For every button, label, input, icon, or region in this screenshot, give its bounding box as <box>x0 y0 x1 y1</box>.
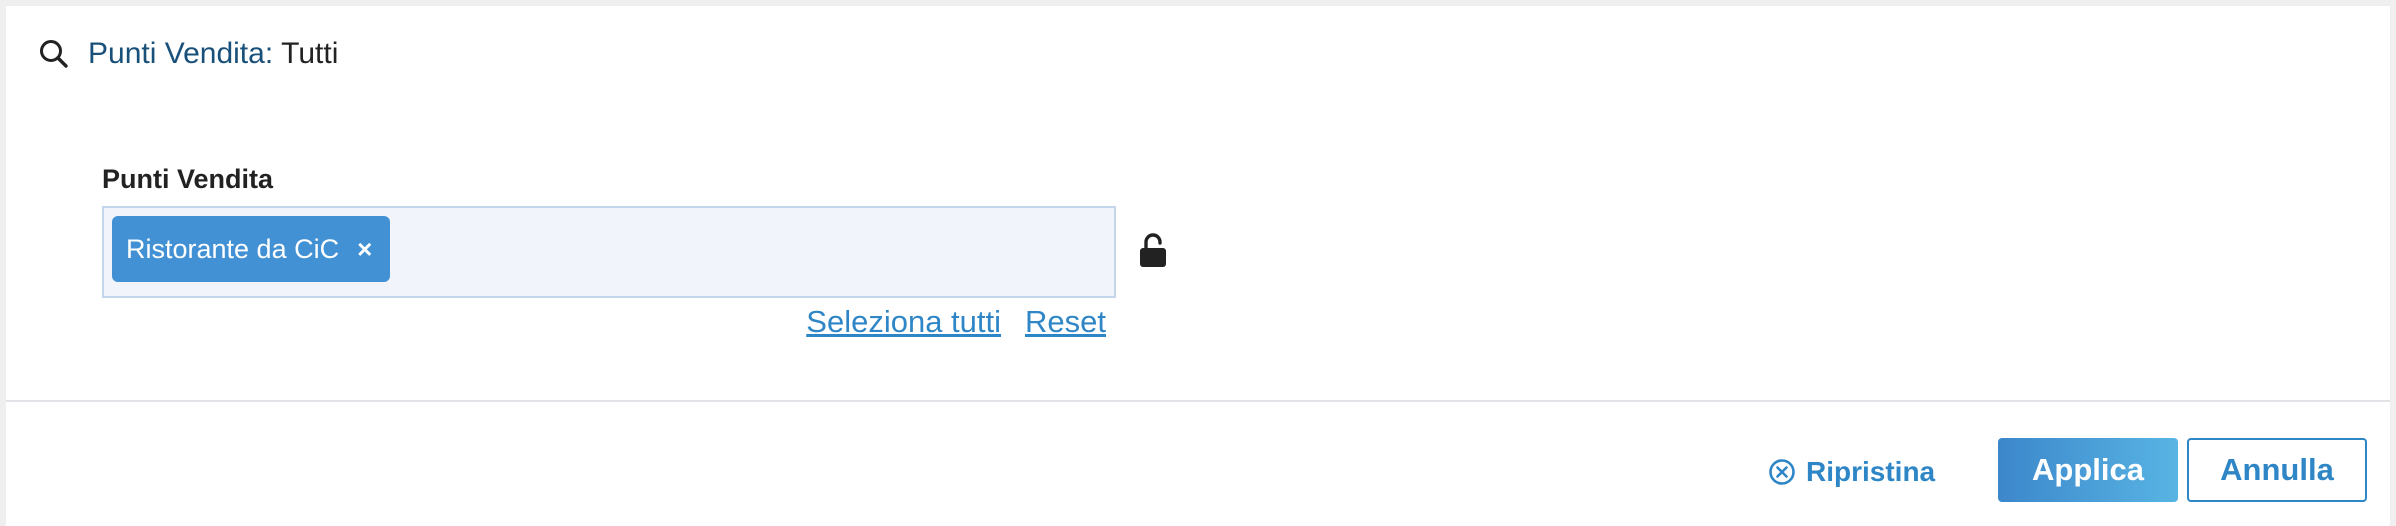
filter-summary[interactable]: Punti Vendita : Tutti <box>36 34 338 74</box>
field-label: Punti Vendita <box>102 164 274 194</box>
search-icon <box>40 40 68 68</box>
filter-title-separator: : <box>264 37 274 70</box>
restore-button[interactable]: Ripristina <box>1768 452 1935 492</box>
selected-chip: Ristorante da CiC × <box>112 216 391 282</box>
lock-open-icon[interactable] <box>1137 232 1169 268</box>
chip-remove-icon[interactable]: × <box>357 236 372 262</box>
selection-links: Seleziona tutti Reset <box>806 304 1106 340</box>
x-circle-icon <box>1769 459 1795 485</box>
filter-title: Punti Vendita <box>88 37 265 70</box>
cancel-button[interactable]: Annulla <box>2187 438 2367 502</box>
chip-label: Ristorante da CiC <box>126 233 340 264</box>
filter-panel: Punti Vendita : Tutti Punti Vendita Rist… <box>6 6 2390 526</box>
reset-link[interactable]: Reset <box>1025 304 1106 340</box>
divider <box>6 400 2390 402</box>
restore-label: Ripristina <box>1806 456 1936 487</box>
filter-title-value: Tutti <box>281 37 339 70</box>
apply-button[interactable]: Applica <box>1998 438 2178 502</box>
points-of-sale-multiselect[interactable]: Ristorante da CiC × <box>102 206 1116 298</box>
select-all-link[interactable]: Seleziona tutti <box>806 304 1001 340</box>
